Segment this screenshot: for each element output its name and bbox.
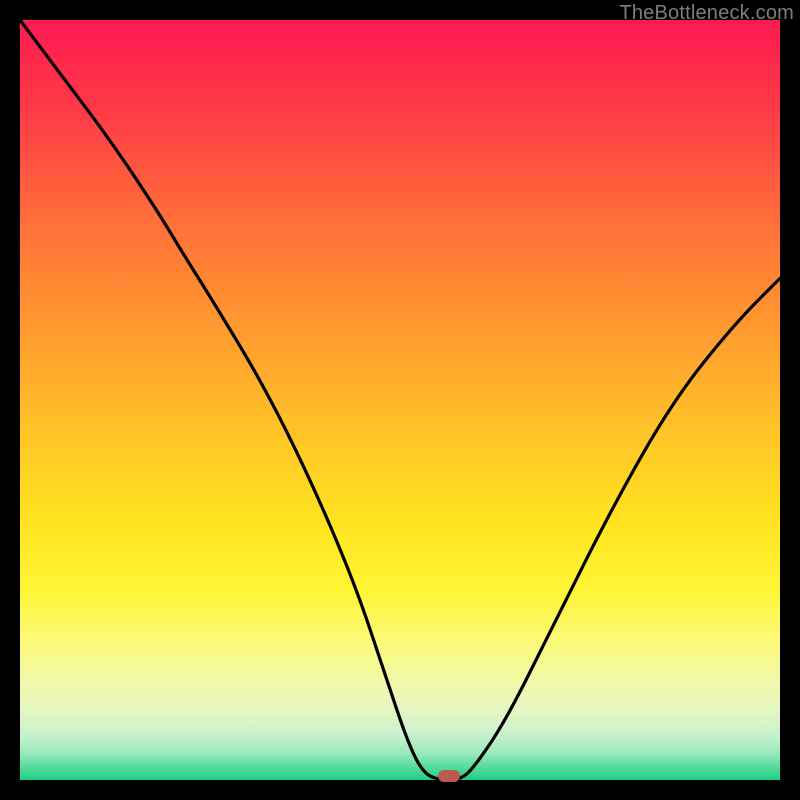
bottleneck-curve (20, 20, 780, 780)
plot-area (20, 20, 780, 780)
curve-path (20, 20, 780, 780)
chart-frame: TheBottleneck.com (0, 0, 800, 800)
optimal-marker (438, 770, 460, 782)
